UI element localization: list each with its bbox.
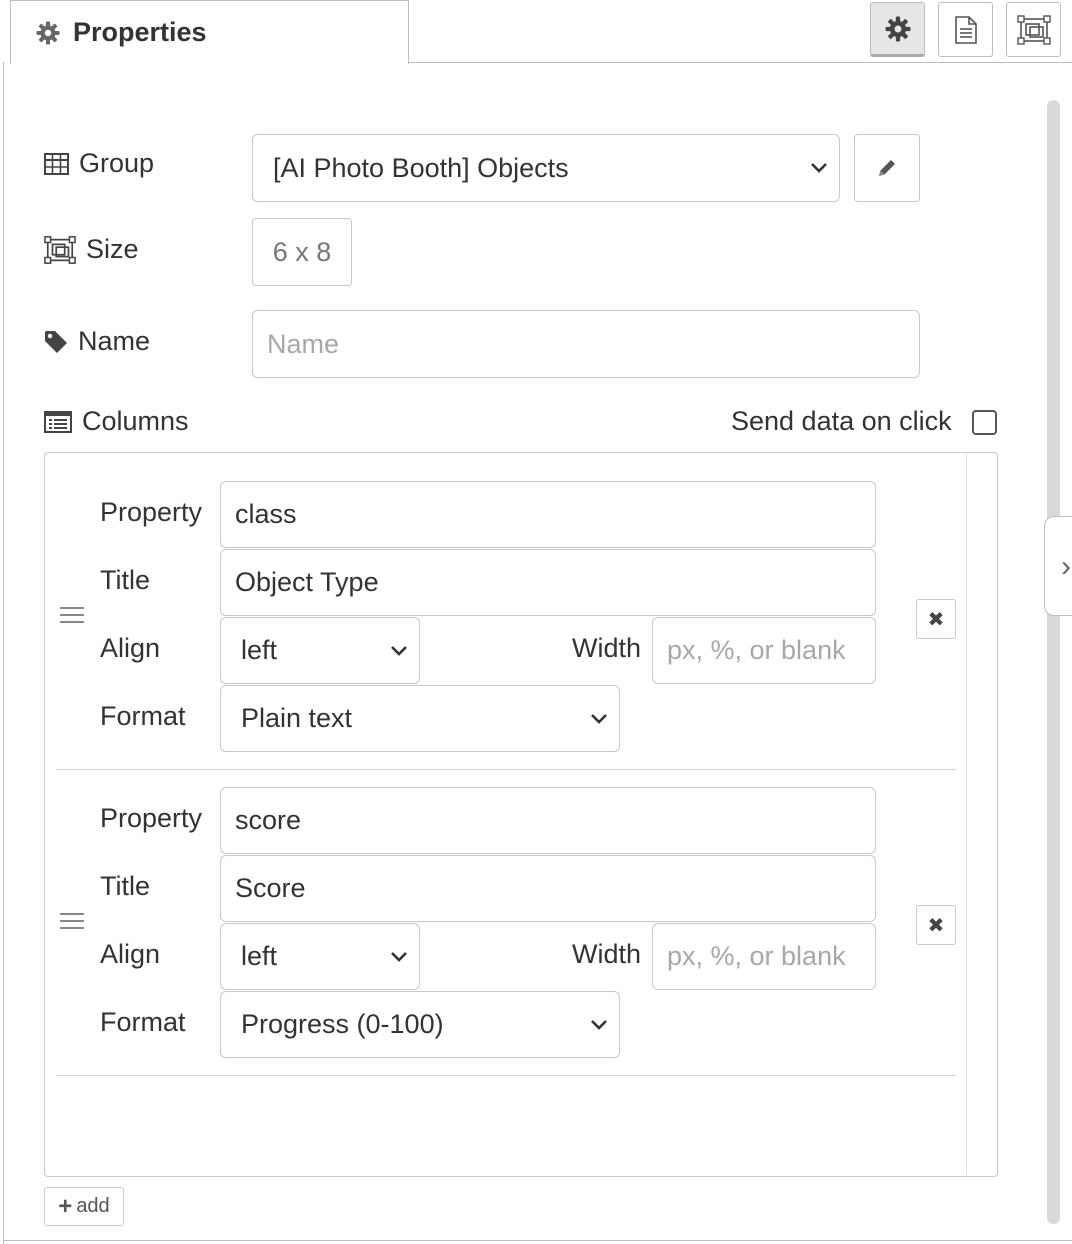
column-divider: [56, 1075, 956, 1076]
tag-icon: [45, 330, 67, 353]
group-label: Group: [44, 148, 154, 179]
close-icon: ✖: [927, 914, 945, 937]
align-select[interactable]: left: [220, 617, 420, 684]
send-on-click-checkbox[interactable]: [972, 410, 997, 435]
document-icon: [954, 15, 977, 44]
group-select[interactable]: [AI Photo Booth] Objects: [252, 134, 840, 202]
table-icon: [44, 152, 69, 175]
pencil-icon: [879, 160, 895, 176]
align-select[interactable]: left: [220, 923, 420, 990]
width-input[interactable]: px, %, or blank: [652, 617, 876, 684]
plus-icon: +: [58, 1192, 73, 1220]
appearance-button[interactable]: [1006, 2, 1061, 57]
resize-frame-icon: [44, 235, 76, 264]
settings-button[interactable]: [870, 2, 925, 57]
send-on-click-label: Send data on click: [731, 406, 952, 436]
tab-title: Properties: [73, 17, 207, 47]
edit-group-button[interactable]: [854, 134, 920, 202]
name-label: Name: [44, 326, 150, 357]
sidebar-collapse-handle[interactable]: ›: [1044, 516, 1072, 616]
width-label: Width: [572, 633, 642, 663]
chevron-right-icon: ›: [1061, 550, 1071, 583]
size-label: Size: [44, 234, 139, 265]
title-input[interactable]: Object Type: [220, 549, 876, 616]
columns-label: Columns: [44, 406, 189, 437]
chevron-down-icon: [379, 951, 419, 963]
format-select[interactable]: Progress (0-100): [220, 991, 620, 1058]
width-input[interactable]: px, %, or blank: [652, 923, 876, 990]
title-label: Title: [100, 871, 151, 901]
delete-column-button[interactable]: ✖: [916, 905, 956, 945]
gear-icon: [36, 21, 60, 45]
list-icon: [44, 410, 72, 433]
title-input[interactable]: Score: [220, 855, 876, 922]
close-icon: ✖: [927, 608, 945, 631]
column-divider: [56, 769, 956, 770]
chevron-down-icon: [579, 713, 619, 725]
add-column-button[interactable]: + add: [44, 1187, 124, 1226]
property-label: Property: [100, 497, 203, 527]
title-label: Title: [100, 565, 151, 595]
tab-bar-border: [408, 62, 1072, 63]
chevron-down-icon: [379, 645, 419, 657]
align-label: Align: [100, 633, 161, 663]
tab-properties[interactable]: Properties: [10, 0, 409, 64]
panel-border-bottom: [3, 1240, 1072, 1241]
chevron-down-icon: [579, 1019, 619, 1031]
name-input[interactable]: Name: [252, 310, 920, 378]
width-label: Width: [572, 939, 642, 969]
drag-handle-icon[interactable]: [60, 913, 84, 931]
format-label: Format: [100, 1007, 186, 1037]
panel-scrollbar[interactable]: [1047, 100, 1060, 1224]
description-button[interactable]: [938, 2, 993, 57]
format-select[interactable]: Plain text: [220, 685, 620, 752]
drag-handle-icon[interactable]: [60, 607, 84, 625]
property-input[interactable]: class: [220, 481, 876, 548]
gear-icon: [885, 16, 910, 41]
resize-frame-icon: [1016, 14, 1051, 45]
chevron-down-icon: [799, 162, 839, 174]
delete-column-button[interactable]: ✖: [916, 599, 956, 639]
panel-border-left: [3, 62, 4, 1244]
format-label: Format: [100, 701, 186, 731]
align-label: Align: [100, 939, 161, 969]
columns-list-scrollbar[interactable]: [966, 454, 996, 1175]
property-label: Property: [100, 803, 203, 833]
property-input[interactable]: score: [220, 787, 876, 854]
size-button[interactable]: 6 x 8: [252, 218, 352, 286]
